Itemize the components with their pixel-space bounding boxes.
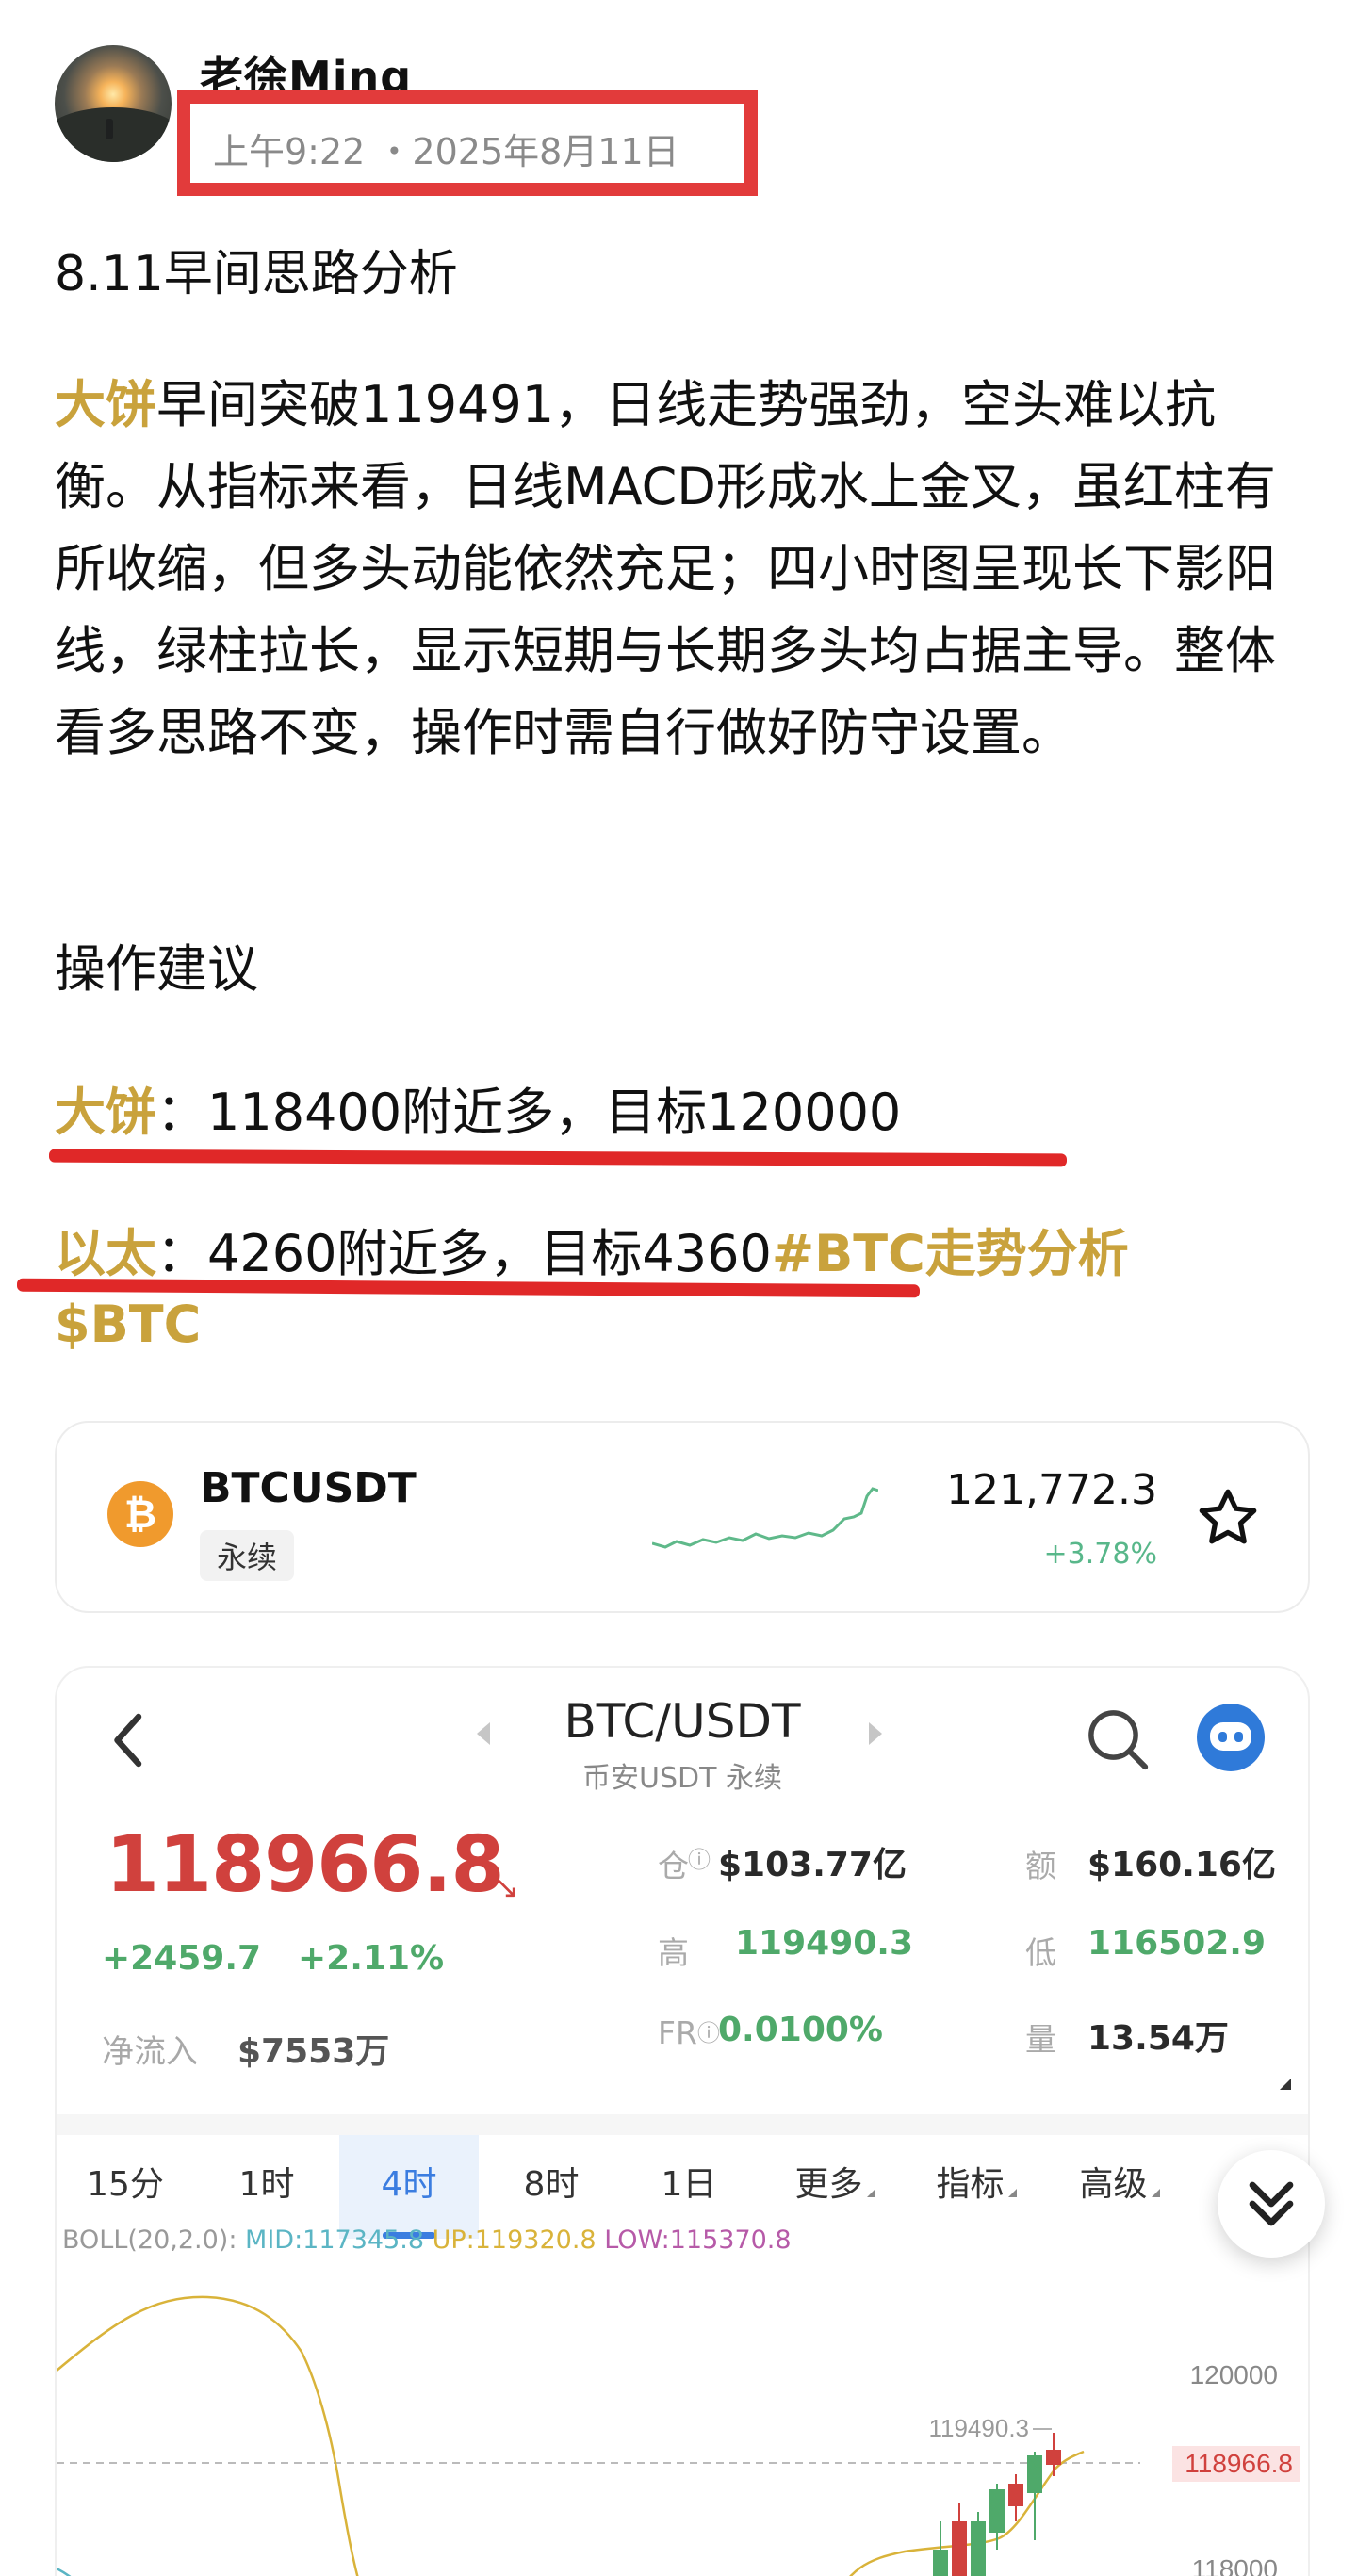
last-price: 118966.8 — [106, 1820, 505, 1910]
tab-label: 指标 — [936, 2165, 1005, 2204]
current-price-label: 118966.8 — [1185, 2449, 1293, 2478]
info-icon[interactable]: ⓘ — [688, 1841, 711, 1874]
boll-prefix: BOLL(20,2.0): — [62, 2225, 237, 2255]
post-timestamp: 上午9:22 ・2025年8月11日 — [213, 131, 679, 172]
rec-label-eth: 以太 — [55, 1224, 156, 1283]
candle — [933, 2550, 948, 2576]
section-divider — [57, 2114, 1308, 2135]
tab-label: 15分 — [87, 2165, 164, 2204]
volume-label: 量 — [1025, 2021, 1056, 2058]
expand-stats-icon[interactable] — [1280, 2079, 1291, 2090]
hashtag-link[interactable]: #BTC走势分析 — [772, 1224, 1129, 1283]
advice-heading: 操作建议 — [55, 939, 258, 999]
y-axis-label-top: 120000 — [1190, 2360, 1278, 2389]
candle — [989, 2489, 1005, 2533]
robot-eye-left — [1218, 1732, 1227, 1742]
tab-15m[interactable]: 15分 — [66, 2135, 185, 2239]
candle — [1046, 2450, 1061, 2465]
tab-4h[interactable]: 4时 — [339, 2135, 479, 2239]
author-avatar[interactable] — [55, 45, 172, 162]
double-chevron-down-icon — [1249, 2181, 1294, 2226]
search-icon[interactable] — [1084, 1705, 1152, 1773]
dropdown-corner-icon — [866, 2189, 875, 2197]
ticker-type-badge: 永续 — [200, 1530, 295, 1581]
open-interest-value: $103.77亿 — [718, 1846, 907, 1884]
amount-label: 额 — [1025, 1848, 1056, 1884]
chart-high-marker: 119490.3 — [928, 2414, 1029, 2442]
paragraph-text: 早间突破119491，日线走势强劲，空头难以抗衡。从指标来看，日线MACD形成水… — [55, 375, 1276, 762]
ticker-price: 121,772.3 — [946, 1466, 1157, 1514]
tab-more[interactable]: 更多 — [769, 2135, 901, 2239]
next-pair-arrow-icon[interactable] — [869, 1722, 882, 1745]
tab-8h[interactable]: 8时 — [492, 2135, 611, 2239]
boll-mid: MID:117345.8 — [245, 2225, 425, 2255]
ticker-symbol: BTCUSDT — [200, 1464, 417, 1512]
scroll-down-button[interactable] — [1218, 2150, 1325, 2258]
recommendation-btc: 大饼：118400附近多，目标120000 — [55, 1070, 901, 1145]
y-axis-label-bottom: 118000 — [1192, 2554, 1278, 2576]
robot-eye-right — [1234, 1732, 1243, 1742]
boll-indicator-legend: BOLL(20,2.0): MID:117345.8 UP:119320.8 L… — [62, 2225, 792, 2255]
volume-value: 13.54万 — [1087, 2019, 1229, 2058]
price-direction-icon: ↘ — [494, 1869, 519, 1905]
ticker-card[interactable]: ₿ BTCUSDT 永续 121,772.3 +3.78% — [55, 1421, 1310, 1613]
keyword-btc: 大饼 — [55, 375, 156, 434]
bitcoin-icon: ₿ — [107, 1481, 173, 1547]
candle — [1008, 2484, 1023, 2506]
rec-text-btc: ：118400附近多，目标120000 — [156, 1083, 902, 1142]
recommendation-eth: 以太：4260附近多，目标4360#BTC走势分析 — [55, 1212, 1129, 1286]
timeframe-tabs: 15分 1时 4时 8时 1日 更多 指标 高级 — [57, 2135, 1308, 2239]
tab-label: 高级 — [1079, 2165, 1148, 2204]
boll-mid-band — [57, 2567, 72, 2576]
cashtag-link[interactable]: $BTC — [55, 1295, 201, 1354]
rec-label-btc: 大饼 — [55, 1083, 156, 1142]
boll-upper-band — [57, 2295, 359, 2576]
funding-info-icon[interactable]: ⓘ — [697, 2014, 720, 2047]
dropdown-corner-icon — [1007, 2189, 1017, 2197]
open-interest-label: 仓 — [658, 1848, 689, 1884]
high-label: 高 — [658, 1934, 689, 1971]
candlestick-chart[interactable]: 119490.3 120000 118966.8 118000 — [57, 2267, 1310, 2576]
candles — [933, 2433, 1061, 2576]
price-sparkline — [652, 1487, 878, 1549]
avatar-person — [106, 119, 113, 139]
low-label: 低 — [1025, 1934, 1056, 1971]
boll-up: UP:119320.8 — [432, 2225, 597, 2255]
net-inflow-label: 净流入 — [102, 2033, 198, 2071]
tab-label: 更多 — [794, 2165, 863, 2204]
high-value: 119490.3 — [735, 1924, 914, 1963]
tab-indicators[interactable]: 指标 — [910, 2135, 1042, 2239]
rec-text-eth: ：4260附近多，目标4360 — [156, 1224, 772, 1283]
change-absolute: +2459.7 — [102, 1939, 262, 1978]
red-underline-1 — [48, 1149, 1068, 1167]
post-title: 8.11早间思路分析 — [55, 246, 458, 302]
funding-rate-label: FR — [658, 2014, 697, 2051]
dropdown-corner-icon — [1151, 2189, 1160, 2197]
candle — [952, 2521, 967, 2576]
avatar-mountain — [55, 107, 172, 162]
amount-value: $160.16亿 — [1087, 1846, 1276, 1884]
tab-label: 1日 — [661, 2165, 717, 2204]
ticker-change: +3.78% — [1043, 1538, 1157, 1571]
market-panel: BTC/USDT 币安USDT 永续 118966.8 ↘ +2459.7 +2… — [55, 1666, 1310, 2576]
change-percent: +2.11% — [298, 1939, 445, 1978]
highlight-box-timestamp: 上午9:22 ・2025年8月11日 — [177, 90, 758, 196]
tab-label: 1时 — [238, 2165, 295, 2204]
tab-label: 4时 — [381, 2165, 437, 2204]
candle — [1027, 2455, 1042, 2493]
tab-1d[interactable]: 1日 — [629, 2135, 748, 2239]
tab-advanced[interactable]: 高级 — [1054, 2135, 1185, 2239]
candle — [971, 2521, 986, 2576]
tab-1h[interactable]: 1时 — [207, 2135, 326, 2239]
low-value: 116502.9 — [1087, 1924, 1267, 1963]
star-icon[interactable] — [1195, 1485, 1261, 1551]
boll-low: LOW:115370.8 — [604, 2225, 792, 2255]
robot-assistant-icon[interactable] — [1197, 1704, 1265, 1771]
tab-label: 8时 — [523, 2165, 580, 2204]
funding-rate-value: 0.0100% — [718, 2011, 883, 2049]
net-inflow-value: $7553万 — [237, 2032, 390, 2071]
post-paragraph: 大饼早间突破119491，日线走势强劲，空头难以抗衡。从指标来看，日线MACD形… — [55, 364, 1299, 774]
robot-face — [1210, 1722, 1251, 1751]
